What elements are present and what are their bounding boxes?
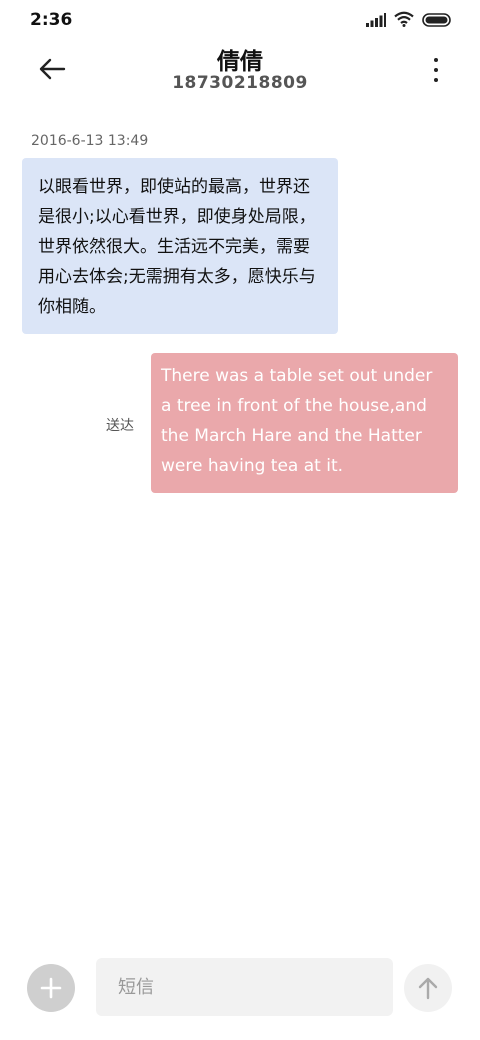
conversation-screen: 2:36 倩倩 18730218809 2016-6-13 13:49 以眼看世… xyxy=(0,0,480,1040)
send-button[interactable] xyxy=(404,964,452,1012)
contact-number: 18730218809 xyxy=(172,73,308,93)
message-timestamp: 2016-6-13 13:49 xyxy=(31,133,149,149)
plus-icon xyxy=(40,977,62,999)
sms-input[interactable] xyxy=(96,958,393,1016)
outgoing-message-bubble[interactable]: There was a table set out under a tree i… xyxy=(151,353,458,493)
message-composer xyxy=(0,950,480,1030)
arrow-up-icon xyxy=(418,977,438,1000)
add-attachment-button[interactable] xyxy=(27,964,75,1012)
more-vertical-icon xyxy=(434,58,438,62)
status-bar: 2:36 xyxy=(0,0,480,40)
conversation-header: 倩倩 18730218809 xyxy=(0,40,480,100)
contact-name: 倩倩 xyxy=(217,49,263,75)
incoming-message-bubble[interactable]: 以眼看世界，即使站的最高，世界还是很小;以心看世界，即使身处局限，世界依然很大。… xyxy=(22,158,338,334)
signal-icon xyxy=(366,12,386,31)
status-time: 2:36 xyxy=(30,10,73,30)
delivery-status: 送达 xyxy=(106,418,134,434)
wifi-icon xyxy=(394,11,414,31)
more-options-button[interactable] xyxy=(428,54,444,86)
battery-icon xyxy=(422,12,452,31)
status-icons xyxy=(366,11,452,31)
